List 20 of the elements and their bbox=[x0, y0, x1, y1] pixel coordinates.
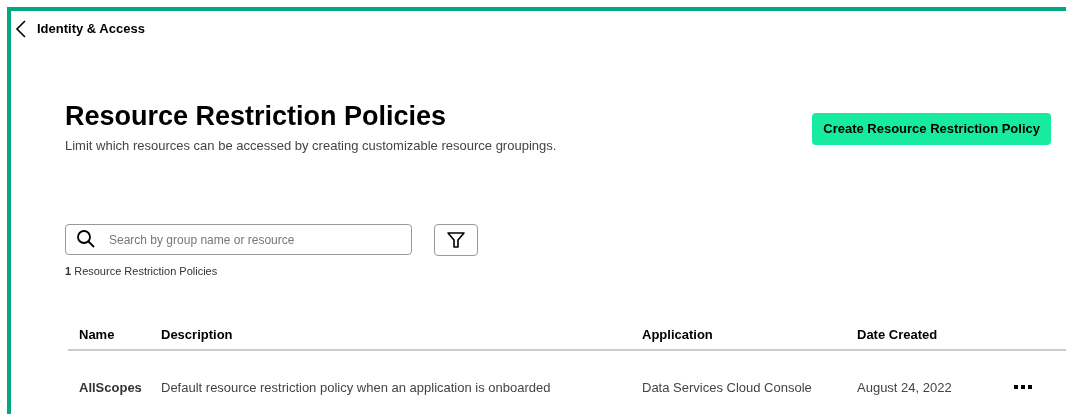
table-cell: Data Services Cloud Console bbox=[642, 380, 812, 395]
back-link[interactable]: Identity & Access bbox=[15, 19, 145, 39]
chevron-left-icon bbox=[15, 19, 27, 39]
result-count: 1 Resource Restriction Policies bbox=[65, 263, 219, 279]
more-actions-button[interactable] bbox=[1011, 382, 1035, 392]
table-cell: August 24, 2022 bbox=[857, 380, 952, 395]
page-subtitle: Limit which resources can be accessed by creating customizable resource groupings. bbox=[65, 137, 557, 155]
page-title: Resource Restriction Policies bbox=[65, 100, 448, 133]
column-header: Date Created bbox=[857, 327, 938, 342]
table-cell: AllScopes bbox=[79, 380, 142, 395]
create-button[interactable]: Create Resource Restriction Policy bbox=[812, 113, 1051, 145]
search-icon bbox=[76, 229, 96, 249]
table-cell: Default resource restriction policy when an application is onboarded bbox=[161, 380, 551, 395]
column-header: Application bbox=[642, 327, 713, 342]
column-header: Name bbox=[79, 327, 115, 342]
search-field[interactable]: Search by group name or resource bbox=[65, 224, 412, 255]
more-icon bbox=[1014, 385, 1032, 389]
filter-icon bbox=[446, 229, 466, 250]
filter-button[interactable] bbox=[434, 223, 478, 256]
column-header: Description bbox=[161, 327, 233, 342]
